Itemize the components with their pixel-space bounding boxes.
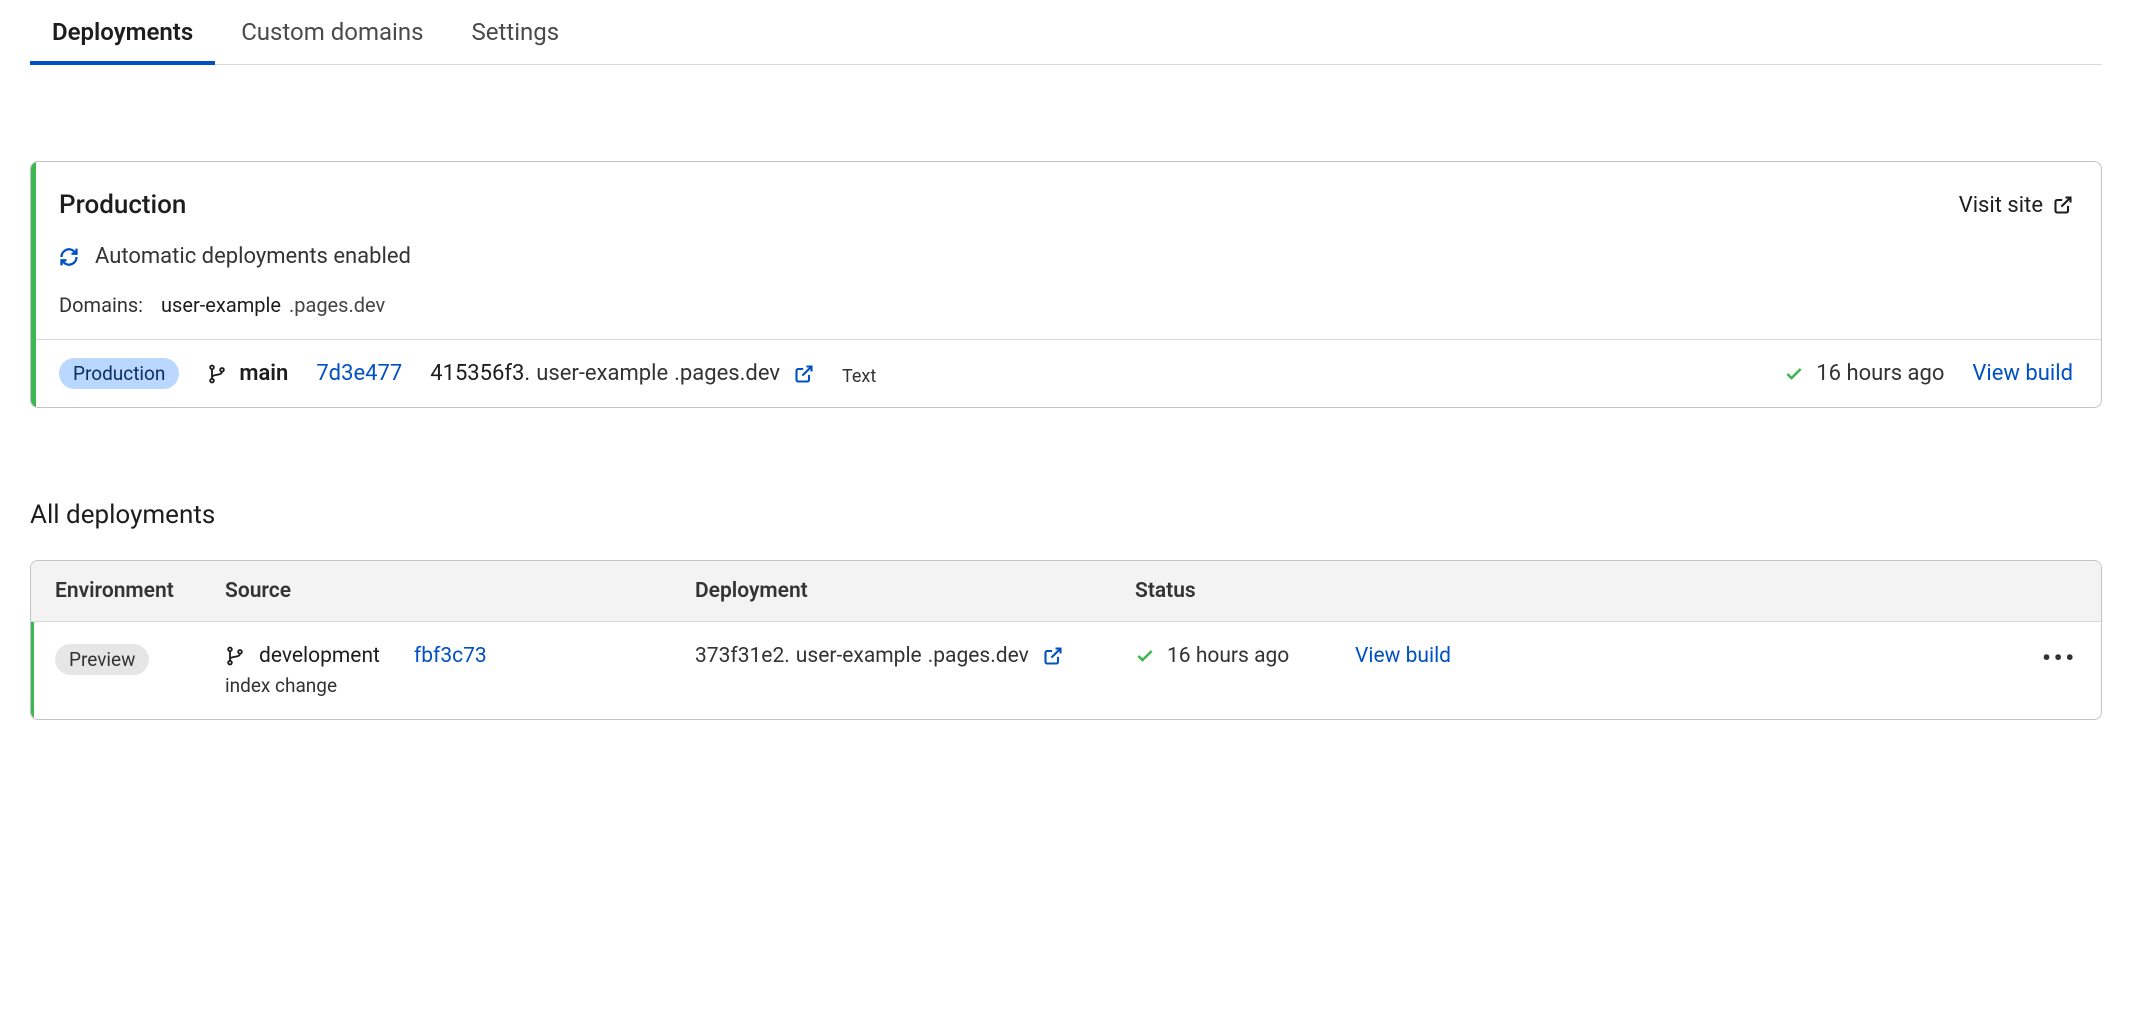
url-hash: 373f31e2. (695, 644, 790, 668)
auto-deployments-status: Automatic deployments enabled (59, 244, 2073, 269)
tab-custom-domains[interactable]: Custom domains (241, 18, 423, 64)
visit-site-label: Visit site (1959, 193, 2043, 218)
deployment-url[interactable]: 373f31e2. user-example .pages.dev (695, 644, 1135, 668)
auto-deployments-label: Automatic deployments enabled (95, 244, 411, 269)
tab-deployments[interactable]: Deployments (52, 18, 193, 64)
col-status: Status (1135, 579, 1355, 603)
environment-badge: Production (59, 358, 179, 389)
domain-suffix: .pages.dev (289, 293, 385, 317)
external-link-icon (1043, 646, 1063, 666)
commit-link[interactable]: fbf3c73 (414, 644, 487, 668)
deployments-table: Environment Source Deployment Status Pre… (30, 560, 2102, 720)
view-build-link[interactable]: View build (1972, 361, 2073, 386)
production-card: Production Visit site Automatic deployme… (30, 161, 2102, 408)
check-icon (1784, 364, 1804, 384)
text-label: Text (842, 366, 876, 389)
environment-badge: Preview (55, 644, 149, 675)
status-time: 16 hours ago (1167, 644, 1289, 668)
col-source: Source (225, 579, 695, 603)
production-title: Production (59, 190, 186, 220)
external-link-icon (2053, 195, 2073, 215)
production-deployment-row: Production main 7d3e477 415356f3. user-e… (31, 339, 2101, 407)
url-project: user-example (796, 644, 922, 668)
branch-name: main (239, 361, 288, 386)
external-link-icon (794, 364, 814, 384)
col-deployment: Deployment (695, 579, 1135, 603)
more-actions-button[interactable]: ••• (2042, 644, 2077, 672)
tab-bar: Deployments Custom domains Settings (30, 0, 2102, 65)
commit-link[interactable]: 7d3e477 (316, 361, 402, 386)
commit-message: index change (225, 674, 695, 697)
check-icon (1135, 646, 1155, 666)
refresh-icon (59, 247, 79, 267)
url-project: user-example (536, 361, 668, 386)
domains-label: Domains: (59, 293, 143, 317)
url-hash: 415356f3. (430, 361, 530, 386)
table-header: Environment Source Deployment Status (31, 561, 2101, 622)
col-environment: Environment (55, 579, 225, 603)
url-suffix: .pages.dev (928, 644, 1029, 668)
status-time: 16 hours ago (1816, 361, 1944, 386)
view-build-link[interactable]: View build (1355, 644, 1451, 668)
tab-settings[interactable]: Settings (472, 18, 560, 64)
deployment-url[interactable]: 415356f3. user-example .pages.dev (430, 361, 814, 386)
branch-name: development (259, 644, 380, 668)
branch-icon (207, 364, 227, 384)
domains-row: Domains: user-example .pages.dev (59, 293, 2073, 317)
table-row: Preview development fbf3c73 index change… (31, 622, 2101, 719)
all-deployments-title: All deployments (30, 500, 2102, 530)
url-suffix: .pages.dev (674, 361, 780, 386)
visit-site-link[interactable]: Visit site (1959, 193, 2073, 218)
branch-icon (225, 646, 245, 666)
domain-project[interactable]: user-example (161, 293, 281, 317)
